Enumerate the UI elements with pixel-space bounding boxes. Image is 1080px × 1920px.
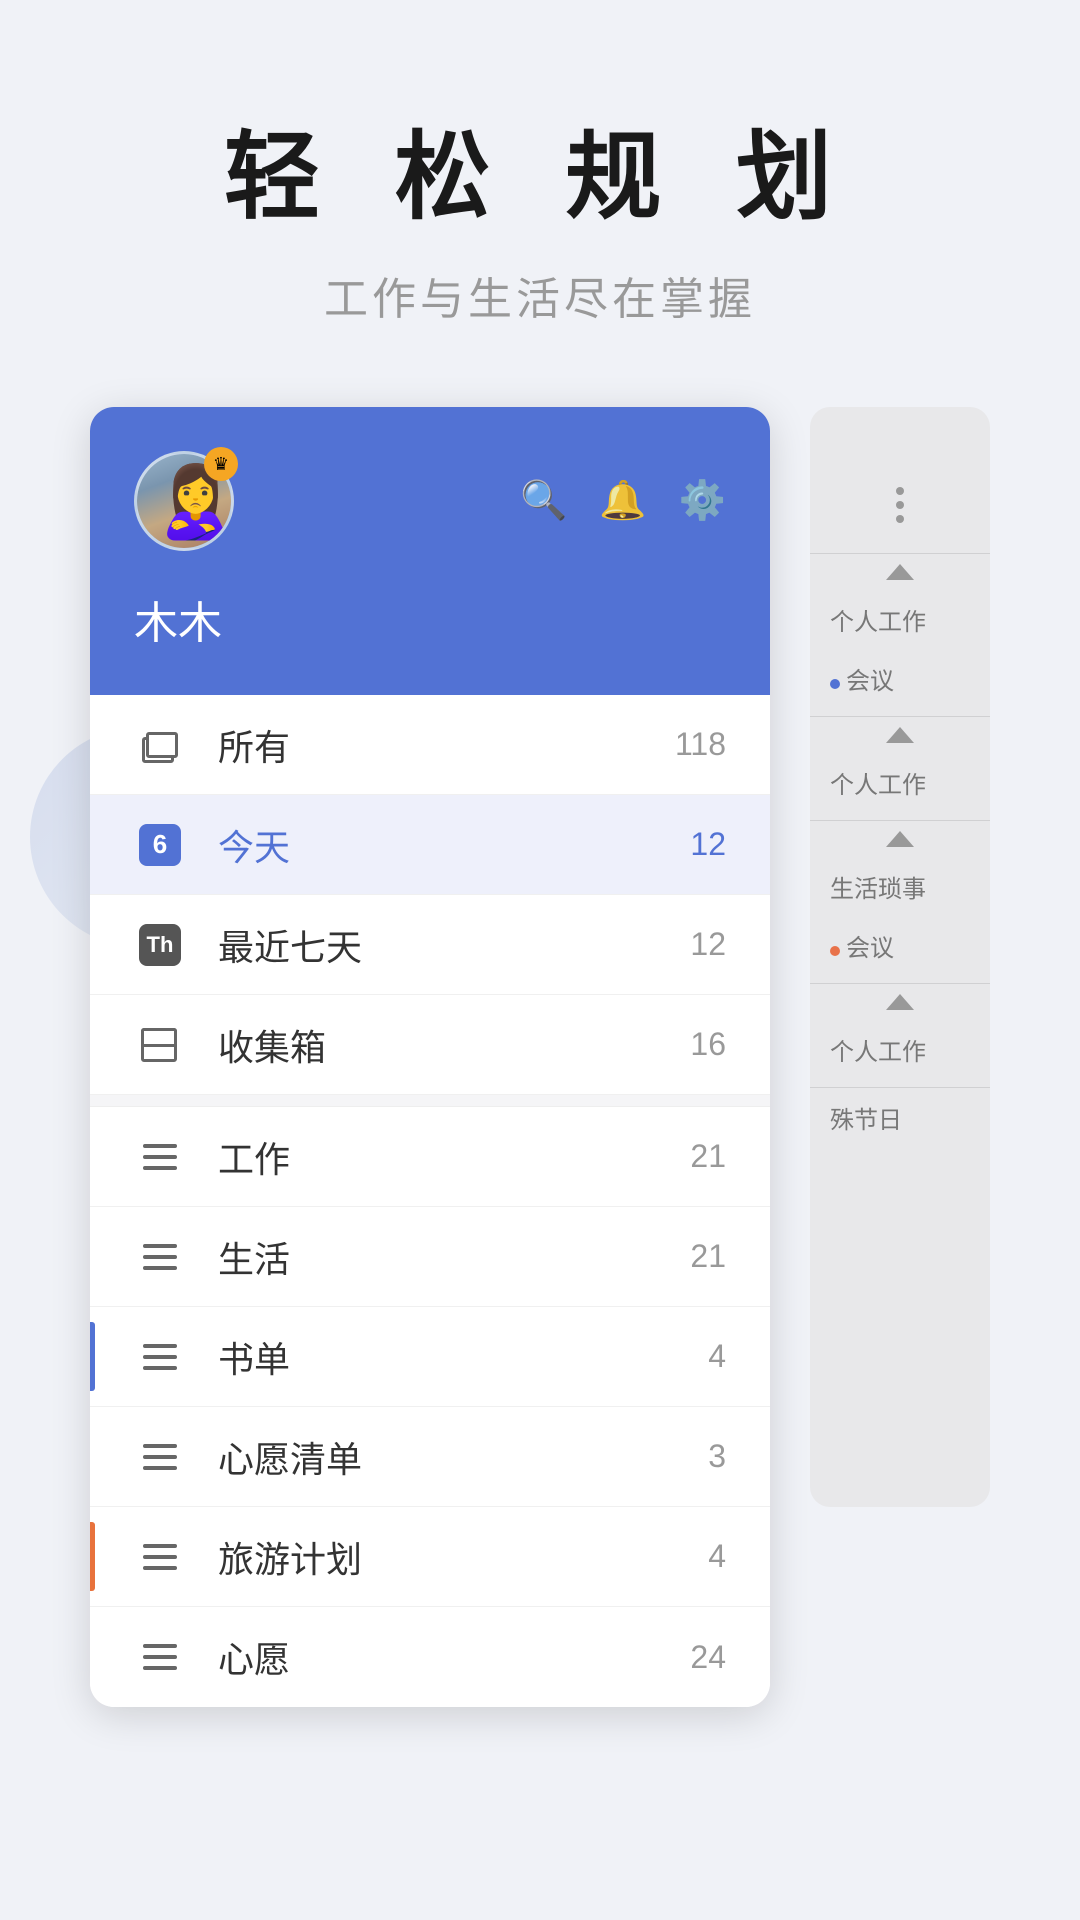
chevron-up-icon <box>886 564 914 580</box>
sidebar-card: ♛ 🔍 🔔 ⚙️ 木木 <box>90 407 770 1707</box>
right-item-personal-work-3: 个人工作 <box>810 1020 990 1079</box>
chevron-up-icon-4 <box>886 994 914 1010</box>
menu-item-books[interactable]: 书单 4 <box>90 1307 770 1407</box>
travel-icon <box>134 1531 186 1583</box>
bell-icon[interactable]: 🔔 <box>599 479 646 523</box>
menu-item-inbox[interactable]: 收集箱 16 <box>90 995 770 1095</box>
books-icon <box>134 1331 186 1383</box>
three-dots-icon <box>896 487 904 523</box>
menu-count-wishes: 3 <box>708 1438 726 1475</box>
right-item-meeting-1: 会议 <box>810 649 990 708</box>
menu-count-life: 21 <box>690 1238 726 1275</box>
more-options[interactable] <box>810 467 990 553</box>
collapse-btn-4[interactable] <box>810 984 990 1020</box>
user-name: 木木 <box>134 587 726 651</box>
menu-item-heart[interactable]: 心愿 24 <box>90 1607 770 1707</box>
menu-item-travel[interactable]: 旅游计划 4 <box>90 1507 770 1607</box>
lines-icon-travel <box>143 1544 177 1570</box>
header-icons: 🔍 🔔 ⚙️ <box>520 479 726 523</box>
inbox-icon-wrap <box>134 1019 186 1071</box>
menu-count-work: 21 <box>690 1138 726 1175</box>
today-icon: 6 <box>134 819 186 871</box>
right-item-life: 生活琐事 <box>810 857 990 916</box>
menu-count-today: 12 <box>690 826 726 863</box>
menu-label-week: 最近七天 <box>218 919 690 971</box>
menu-list: 所有 118 6 今天 12 Th 最近七天 12 <box>90 695 770 1707</box>
menu-count-travel: 4 <box>708 1538 726 1575</box>
heart-icon <box>134 1631 186 1683</box>
page-subtitle: 工作与生活尽在掌握 <box>40 263 1040 327</box>
menu-label-wishes: 心愿清单 <box>218 1431 708 1483</box>
lines-icon-work <box>143 1144 177 1170</box>
menu-count-all: 118 <box>675 726 726 763</box>
week-icon: Th <box>134 919 186 971</box>
menu-item-week[interactable]: Th 最近七天 12 <box>90 895 770 995</box>
calendar-today-icon: 6 <box>139 824 181 866</box>
menu-count-heart: 24 <box>690 1639 726 1676</box>
left-border-travel <box>90 1522 95 1591</box>
lines-icon-books <box>143 1344 177 1370</box>
menu-label-heart: 心愿 <box>218 1631 690 1683</box>
right-panel: 个人工作 会议 个人工作 生活琐事 会议 <box>810 407 990 1507</box>
crown-badge: ♛ <box>204 447 238 481</box>
calendar-th-icon: Th <box>139 924 181 966</box>
menu-separator-1 <box>90 1095 770 1107</box>
right-item-personal-work-1: 个人工作 <box>810 590 990 649</box>
collapse-btn-2[interactable] <box>810 717 990 753</box>
work-icon <box>134 1131 186 1183</box>
lines-icon-heart <box>143 1644 177 1670</box>
menu-label-work: 工作 <box>218 1131 690 1183</box>
app-container: 个人工作 会议 个人工作 生活琐事 会议 <box>90 407 990 1707</box>
menu-count-books: 4 <box>708 1338 726 1375</box>
settings-icon[interactable]: ⚙️ <box>679 479 726 523</box>
menu-label-today: 今天 <box>218 819 690 871</box>
menu-label-books: 书单 <box>218 1331 708 1383</box>
menu-item-all[interactable]: 所有 118 <box>90 695 770 795</box>
right-item-meeting-2: 会议 <box>810 916 990 975</box>
header-top-row: ♛ 🔍 🔔 ⚙️ <box>134 451 726 551</box>
menu-item-work[interactable]: 工作 21 <box>90 1107 770 1207</box>
search-icon[interactable]: 🔍 <box>520 479 567 523</box>
menu-item-wishes[interactable]: 心愿清单 3 <box>90 1407 770 1507</box>
left-border-books <box>90 1322 95 1391</box>
lines-icon-wishes <box>143 1444 177 1470</box>
menu-count-inbox: 16 <box>690 1026 726 1063</box>
lines-icon-life <box>143 1244 177 1270</box>
chevron-up-icon-2 <box>886 727 914 743</box>
page-title: 轻 松 规 划 <box>40 120 1040 235</box>
all-icon <box>134 719 186 771</box>
page-header: 轻 松 规 划 工作与生活尽在掌握 <box>0 0 1080 407</box>
menu-count-week: 12 <box>690 926 726 963</box>
right-item-holiday: 殊节日 <box>810 1088 990 1147</box>
menu-label-all: 所有 <box>218 719 675 771</box>
life-icon <box>134 1231 186 1283</box>
sidebar-header: ♛ 🔍 🔔 ⚙️ 木木 <box>90 407 770 695</box>
menu-label-life: 生活 <box>218 1231 690 1283</box>
menu-item-life[interactable]: 生活 21 <box>90 1207 770 1307</box>
chevron-up-icon-3 <box>886 831 914 847</box>
menu-item-today[interactable]: 6 今天 12 <box>90 795 770 895</box>
right-item-personal-work-2: 个人工作 <box>810 753 990 812</box>
menu-label-travel: 旅游计划 <box>218 1531 708 1583</box>
menu-label-inbox: 收集箱 <box>218 1019 690 1071</box>
wishes-icon <box>134 1431 186 1483</box>
collapse-btn-3[interactable] <box>810 821 990 857</box>
collapse-btn-1[interactable] <box>810 554 990 590</box>
avatar[interactable]: ♛ <box>134 451 234 551</box>
